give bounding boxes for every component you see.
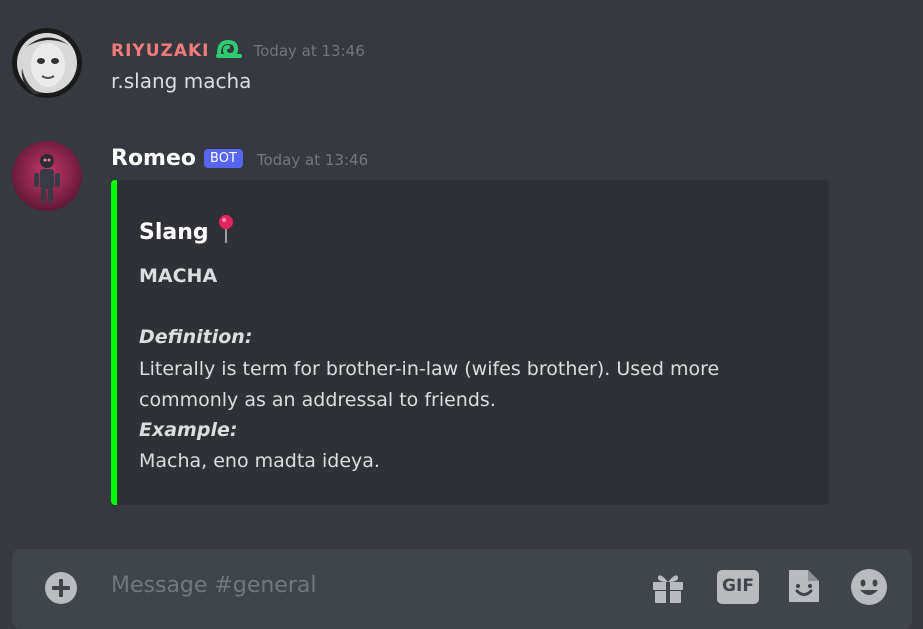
example-label: Example: <box>139 419 238 441</box>
round-pushpin-icon <box>217 214 235 250</box>
timestamp: Today at 13:46 <box>256 151 369 169</box>
message-content: r.slang macha <box>111 69 252 93</box>
slang-word: MACHA <box>139 265 218 287</box>
embed-title-text: Slang <box>139 219 209 245</box>
slang-embed: Slang MACHA Definition: Literally is ter… <box>111 180 829 505</box>
gif-button[interactable]: GIF <box>716 569 760 609</box>
username-romeo[interactable]: Romeo <box>111 146 196 171</box>
example-text: Macha, eno madta ideya. <box>139 450 380 472</box>
message-composer: Message #general GIF <box>12 549 912 629</box>
definition-label: Definition: <box>139 326 253 348</box>
timestamp: Today at 13:46 <box>253 42 365 60</box>
username-riyuzaki[interactable]: RIYUZAKI <box>111 41 210 61</box>
emoji-icon[interactable] <box>850 568 888 610</box>
snake-badge-icon <box>215 38 242 64</box>
message-input[interactable]: Message #general <box>111 573 316 598</box>
gift-icon[interactable] <box>650 569 686 609</box>
avatar-romeo[interactable] <box>12 141 82 211</box>
avatar-riyuzaki[interactable] <box>12 28 82 98</box>
bot-tag: BOT <box>204 149 243 168</box>
gif-label: GIF <box>722 576 754 596</box>
definition-text: Literally is term for brother-in-law (wi… <box>139 358 720 411</box>
plus-circle-icon[interactable] <box>44 571 78 609</box>
sticker-icon[interactable] <box>786 567 822 609</box>
embed-title: Slang <box>139 214 235 250</box>
